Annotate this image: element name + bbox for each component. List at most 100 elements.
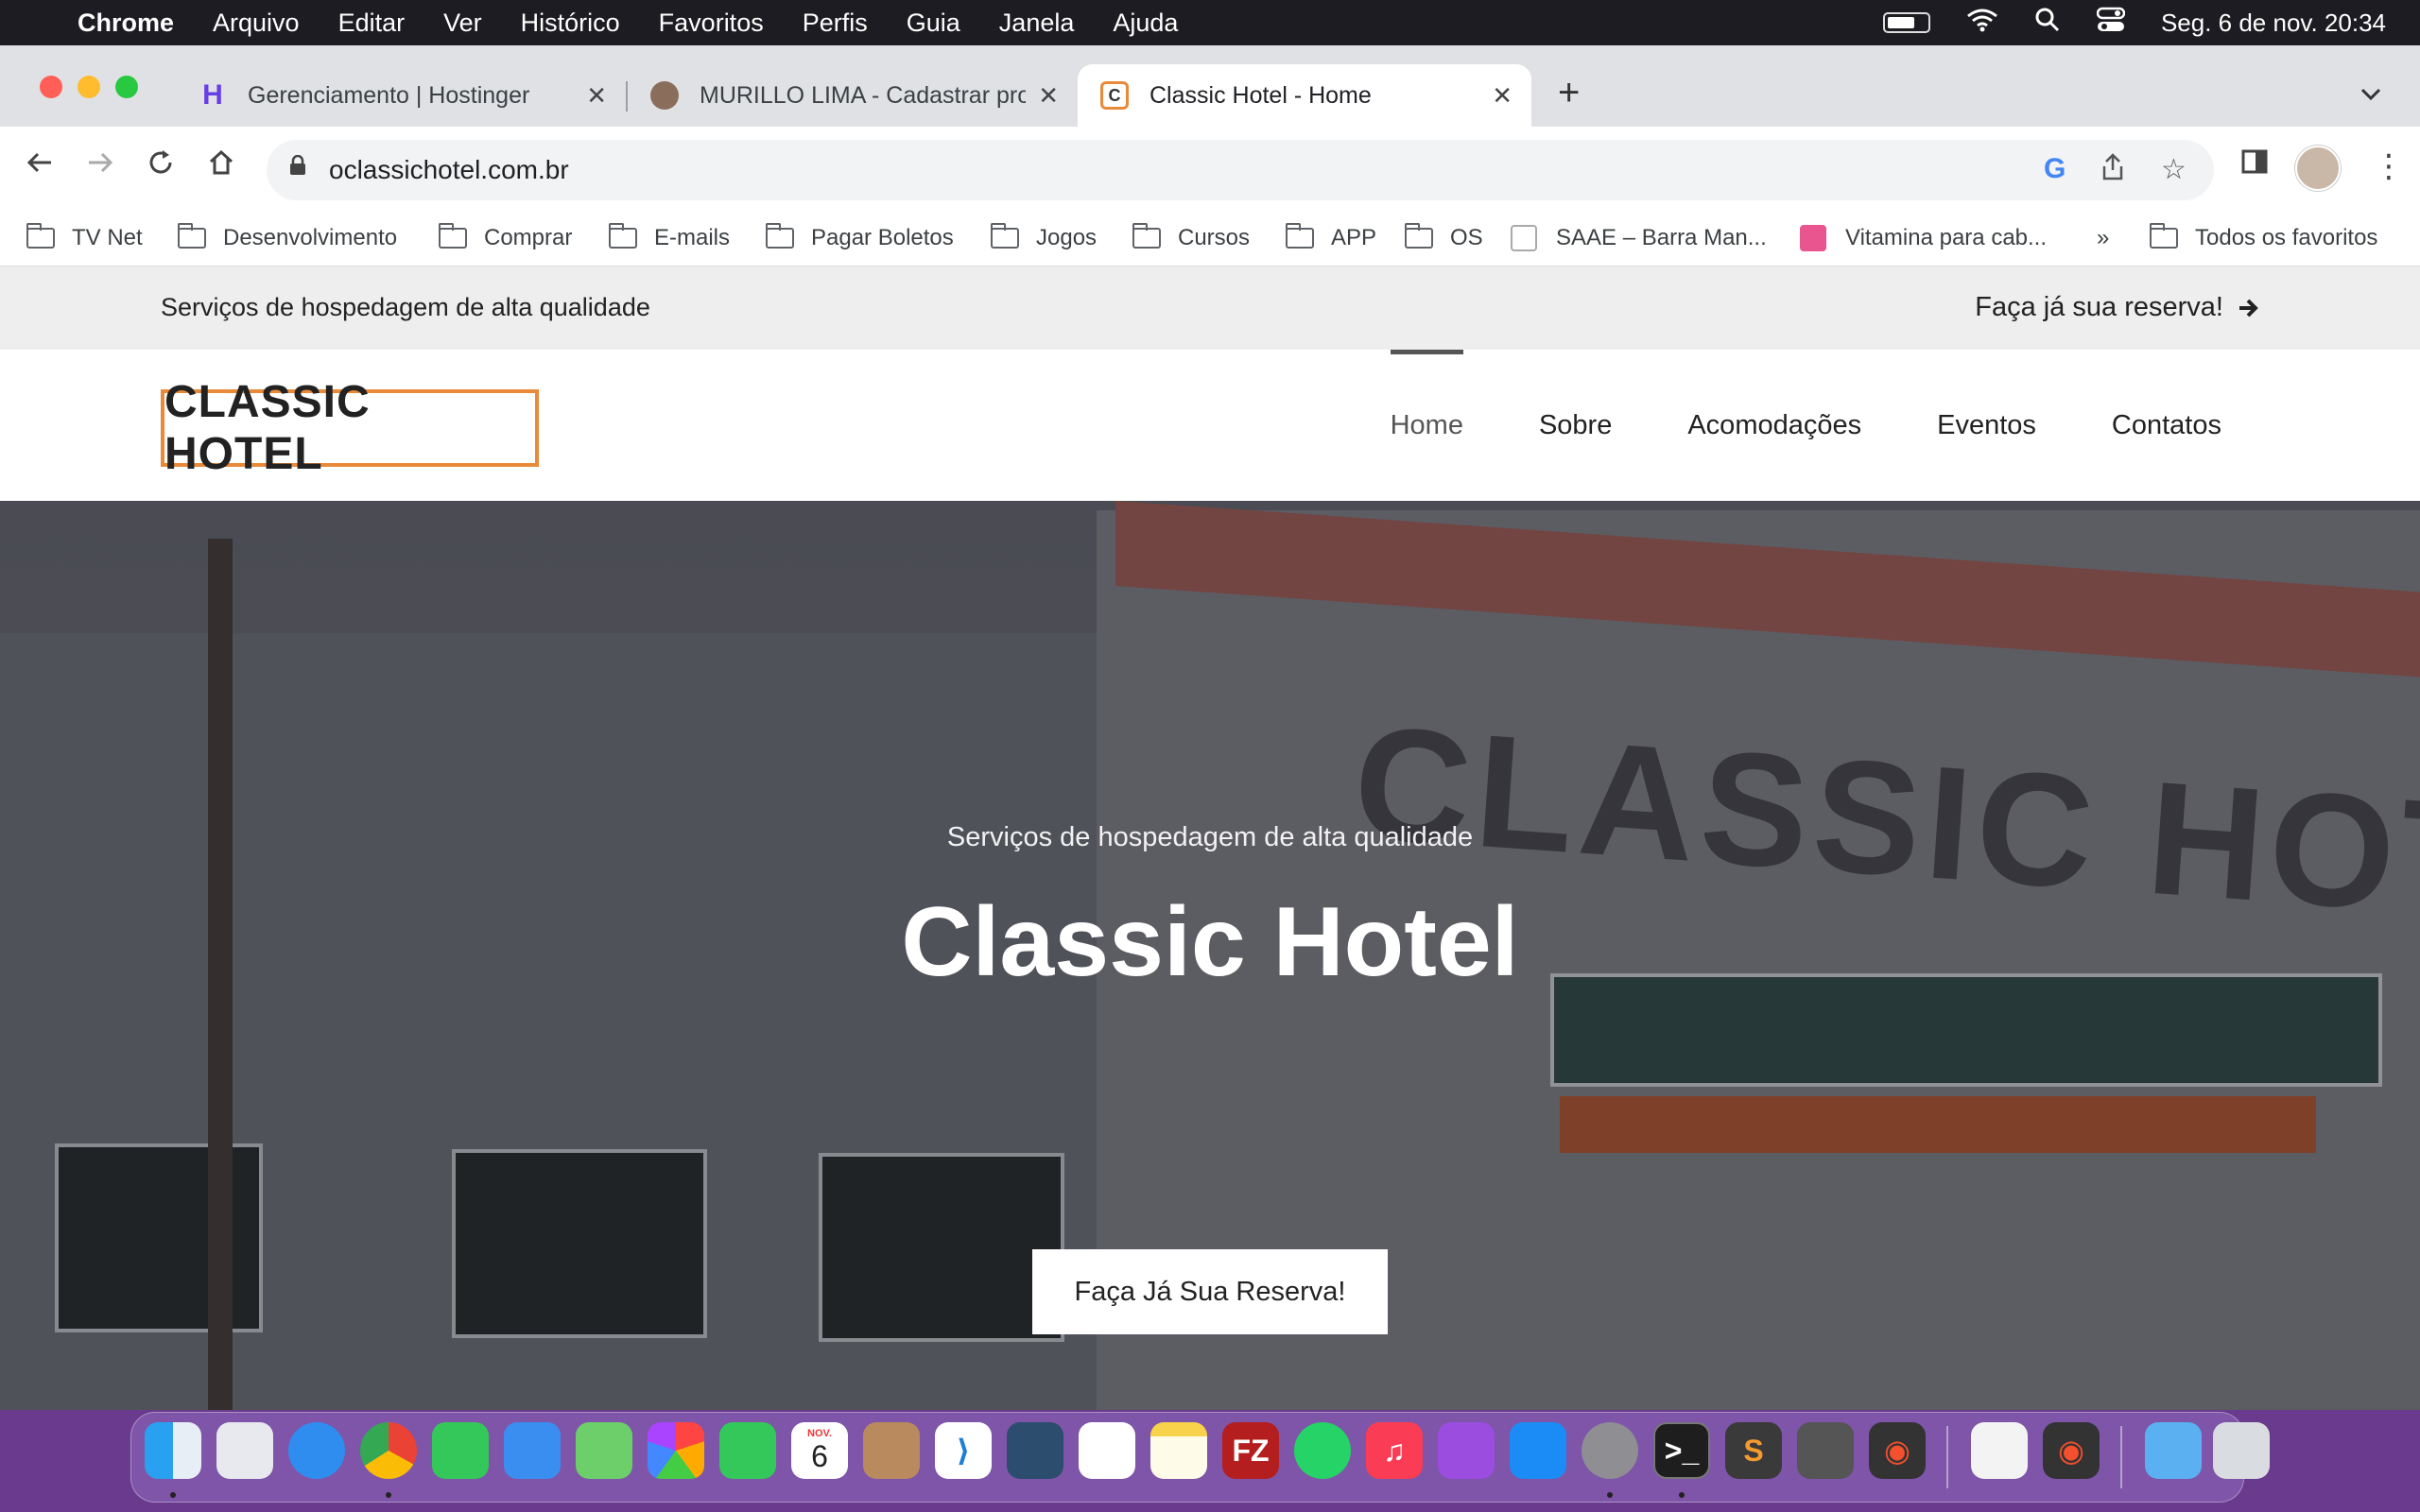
menu-guia[interactable]: Guia [907, 9, 960, 38]
nav-acomodacoes[interactable]: Acomodações [1687, 350, 1861, 501]
maps-icon[interactable] [576, 1422, 632, 1479]
menu-bar-clock[interactable]: Seg. 6 de nov. 20:34 [2161, 9, 2386, 38]
folder-icon [766, 223, 794, 249]
tab-classic-hotel[interactable]: C Classic Hotel - Home ✕ [1078, 64, 1531, 127]
battery-icon[interactable] [1882, 12, 1930, 33]
notes-icon[interactable] [1150, 1422, 1207, 1479]
messages-icon[interactable] [432, 1422, 489, 1479]
launchpad-icon[interactable] [216, 1422, 273, 1479]
system-preferences-icon[interactable] [1582, 1422, 1638, 1479]
back-arrow-icon[interactable] [25, 147, 55, 186]
mysql-workbench-icon[interactable] [1007, 1422, 1063, 1479]
lock-icon[interactable] [289, 155, 306, 176]
menu-arquivo[interactable]: Arquivo [213, 9, 300, 38]
close-tab-icon[interactable]: ✕ [1492, 81, 1512, 111]
bookmark-vitamina[interactable]: Vitamina para cab... [1800, 225, 2047, 251]
main-nav: Home Sobre Acomodações Eventos Contatos [1315, 350, 2221, 501]
new-tab-plus-icon[interactable]: + [1558, 72, 1580, 114]
nav-eventos[interactable]: Eventos [1937, 350, 2036, 501]
app-store-icon[interactable] [1510, 1422, 1566, 1479]
bookmark-desenvolvimento[interactable]: Desenvolvimento [178, 223, 398, 251]
music-icon[interactable]: ♫ [1366, 1422, 1423, 1479]
tab-murillo-lima[interactable]: MURILLO LIMA - Cadastrar pro ✕ [628, 64, 1078, 127]
whatsapp-icon[interactable] [1294, 1422, 1351, 1479]
bookmark-cursos[interactable]: Cursos [1132, 223, 1250, 251]
bookmarks-overflow-chevron-icon[interactable]: » [2097, 225, 2109, 251]
url-text[interactable]: oclassichotel.com.br [329, 155, 569, 185]
tab-search-chevron-down-icon[interactable] [2360, 79, 2382, 109]
bookmark-os[interactable]: OS [1405, 223, 1483, 251]
reserve-link-label: Faça já sua reserva! [1975, 292, 2223, 322]
hero-reserve-button[interactable]: Faça Já Sua Reserva! [1032, 1249, 1388, 1334]
bookmark-tv-net[interactable]: TV Net [26, 223, 143, 251]
menu-app-chrome[interactable]: Chrome [78, 9, 174, 38]
address-bar[interactable]: oclassichotel.com.br G ☆ [267, 140, 2214, 200]
zoom-window-button[interactable] [115, 76, 138, 98]
menu-favoritos[interactable]: Favoritos [659, 9, 764, 38]
facetime-icon[interactable] [719, 1422, 776, 1479]
top-bar-reserve-link[interactable]: Faça já sua reserva! [1975, 292, 2259, 323]
side-panel-icon[interactable] [2240, 147, 2269, 184]
trash-icon[interactable] [2213, 1422, 2270, 1479]
menu-ajuda[interactable]: Ajuda [1113, 9, 1178, 38]
nav-home[interactable]: Home [1390, 350, 1464, 501]
menu-editar[interactable]: Editar [338, 9, 406, 38]
tab-strip: H Gerenciamento | Hostinger ✕ MURILLO LI… [0, 45, 2420, 127]
podcasts-icon[interactable] [1438, 1422, 1495, 1479]
minimize-window-button[interactable] [78, 76, 100, 98]
bookmark-jogos[interactable]: Jogos [991, 223, 1097, 251]
forward-arrow-icon[interactable] [85, 147, 115, 186]
close-tab-icon[interactable]: ✕ [586, 81, 607, 111]
bookmark-label: Todos os favoritos [2195, 225, 2378, 250]
spotlight-search-icon[interactable] [2034, 7, 2061, 40]
control-center-icon[interactable] [2096, 7, 2126, 40]
running-indicator [170, 1492, 176, 1498]
nav-contatos[interactable]: Contatos [2112, 350, 2221, 501]
reminders-icon[interactable] [1079, 1422, 1135, 1479]
bookmark-label: Desenvolvimento [223, 225, 398, 250]
filezilla-icon[interactable]: FZ [1222, 1422, 1279, 1479]
tab-hostinger[interactable]: H Gerenciamento | Hostinger ✕ [176, 64, 626, 127]
terminal-icon[interactable]: >_ [1653, 1422, 1710, 1479]
safari-icon[interactable] [288, 1422, 345, 1479]
bookmark-e-mails[interactable]: E-mails [609, 223, 731, 251]
finder-icon[interactable] [145, 1422, 201, 1479]
site-logo[interactable]: CLASSIC HOTEL [161, 377, 539, 479]
bookmark-label: OS [1450, 225, 1483, 250]
photos-icon[interactable] [648, 1422, 704, 1479]
screen-recorder-icon[interactable]: ◉ [1869, 1422, 1926, 1479]
mail-icon[interactable] [504, 1422, 561, 1479]
profile-avatar[interactable] [2295, 146, 2341, 191]
recent-app-icon[interactable]: ◉ [2043, 1422, 2100, 1479]
dock-separator [1946, 1426, 1948, 1488]
menu-janela[interactable]: Janela [999, 9, 1075, 38]
reload-icon[interactable] [146, 147, 176, 186]
chrome-icon[interactable] [360, 1422, 417, 1479]
close-window-button[interactable] [40, 76, 62, 98]
nav-sobre[interactable]: Sobre [1539, 350, 1612, 501]
bookmark-saae[interactable]: SAAE – Barra Man... [1511, 225, 1767, 251]
sublime-text-icon[interactable]: S [1725, 1422, 1782, 1479]
wifi-icon[interactable] [1966, 8, 1998, 39]
bookmark-todos-os-favoritos[interactable]: Todos os favoritos [2150, 223, 2378, 251]
close-tab-icon[interactable]: ✕ [1038, 81, 1059, 111]
bookmark-comprar[interactable]: Comprar [439, 223, 572, 251]
textedit-icon[interactable] [1971, 1422, 2028, 1479]
menu-perfis[interactable]: Perfis [803, 9, 868, 38]
bookmark-star-icon[interactable]: ☆ [2161, 153, 2187, 186]
kebab-menu-icon[interactable]: ⋮ [2373, 147, 2405, 185]
menu-ver[interactable]: Ver [443, 9, 482, 38]
bookmark-pagar-boletos[interactable]: Pagar Boletos [766, 223, 954, 251]
home-icon[interactable] [206, 147, 236, 186]
bookmark-label: E-mails [654, 225, 731, 250]
bookmarks-bar: TV Net Desenvolvimento Comprar E-mails P… [0, 214, 2420, 266]
contacts-icon[interactable] [863, 1422, 920, 1479]
downloads-folder-icon[interactable] [2145, 1422, 2202, 1479]
menu-historico[interactable]: Histórico [521, 9, 620, 38]
google-lens-icon[interactable]: G [2044, 153, 2066, 185]
share-icon[interactable] [2100, 153, 2125, 189]
bookmark-app[interactable]: APP [1286, 223, 1376, 251]
calculator-icon[interactable] [1797, 1422, 1854, 1479]
vscode-icon[interactable]: ⟩ [935, 1422, 992, 1479]
calendar-icon[interactable]: NOV. 6 [791, 1422, 848, 1479]
